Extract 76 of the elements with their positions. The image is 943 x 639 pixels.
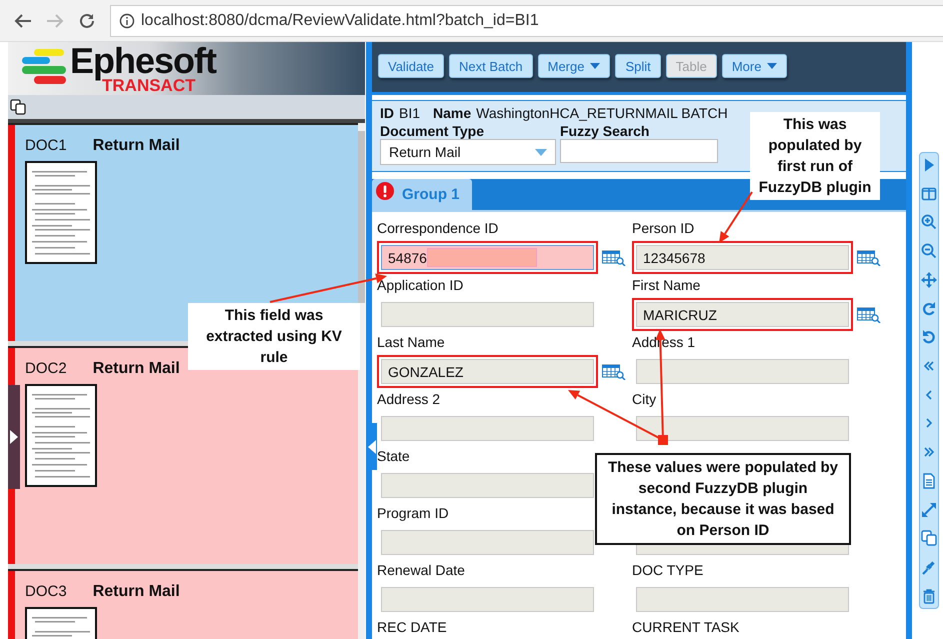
input-field[interactable] xyxy=(381,302,594,327)
lookup-icon[interactable] xyxy=(602,364,626,380)
document-type-dropdown[interactable]: Return Mail xyxy=(380,139,556,165)
back-icon[interactable] xyxy=(14,12,32,28)
toolbar-button[interactable]: More xyxy=(722,54,788,78)
field-label: First Name xyxy=(632,277,702,294)
field-label: Application ID xyxy=(377,277,464,294)
lookup-icon[interactable] xyxy=(857,306,881,322)
input-field[interactable] xyxy=(381,530,594,555)
url-text: localhost:8080/dcma/ReviewValidate.html?batch_id=BI1 xyxy=(141,12,539,30)
batch-name: WashingtonHCA_RETURNMAIL BATCH xyxy=(476,105,728,121)
input-field[interactable]: GONZALEZ xyxy=(381,359,594,384)
field-label: State xyxy=(377,448,411,465)
copy-icon[interactable] xyxy=(10,99,26,115)
info-icon xyxy=(119,12,135,28)
document-type: Return Mail xyxy=(92,583,180,601)
batch-id: BI1 xyxy=(399,105,420,121)
input-field[interactable] xyxy=(381,473,594,498)
toolbar-button[interactable]: Split xyxy=(615,54,661,78)
triangle-left-icon xyxy=(368,440,376,454)
input-field[interactable]: MARICRUZ xyxy=(636,302,849,327)
callout-tooltip: This was populated by first run of FuzzyDB plugin xyxy=(750,112,880,200)
field-label: City xyxy=(632,391,658,408)
expand-tab[interactable] xyxy=(8,385,20,489)
trash-icon[interactable] xyxy=(921,588,937,604)
zoom-in-icon[interactable] xyxy=(921,214,937,230)
field-label: Fuzzy Search xyxy=(560,123,650,139)
callout-tooltip: This field was extracted using KV rule xyxy=(188,303,360,370)
field-label: REC DATE xyxy=(377,619,448,636)
toolbar-button[interactable]: Next Batch xyxy=(449,54,533,78)
input-field[interactable] xyxy=(381,416,594,441)
field-label: Renewal Date xyxy=(377,562,466,579)
forward-icon[interactable] xyxy=(46,12,64,28)
input-field[interactable] xyxy=(636,359,849,384)
split-view-icon[interactable] xyxy=(921,186,937,202)
address-bar[interactable]: localhost:8080/dcma/ReviewValidate.html?batch_id=BI1 xyxy=(110,4,943,36)
logo-subtitle: TRANSACT xyxy=(102,78,196,94)
callout-tooltip: These values were populated by second FuzzyDB plugin instance, because it was based on Person ID xyxy=(595,453,851,545)
field-label: Name xyxy=(433,105,472,121)
input-field[interactable] xyxy=(636,416,849,441)
document-type: Return Mail xyxy=(92,137,180,155)
plug-icon[interactable] xyxy=(921,559,937,576)
lookup-icon[interactable] xyxy=(602,250,626,266)
arrow xyxy=(719,191,753,243)
expand-icon[interactable] xyxy=(921,502,937,518)
document-id: DOC1 xyxy=(25,137,67,154)
input-field[interactable]: 54876 xyxy=(381,245,594,270)
document-icon[interactable] xyxy=(921,472,937,489)
field-label: Person ID xyxy=(632,220,696,237)
triangle-right-icon xyxy=(10,430,18,444)
document-id: DOC3 xyxy=(25,583,67,600)
document-type: Return Mail xyxy=(92,360,180,378)
field-label: Correspondence ID xyxy=(377,220,500,237)
error-icon xyxy=(376,182,394,200)
move-icon[interactable] xyxy=(921,272,937,288)
rotate-right-icon[interactable] xyxy=(921,300,937,317)
field-label: ID xyxy=(380,105,394,121)
field-label: CURRENT TASK xyxy=(632,619,740,636)
field-label: Document Type xyxy=(380,123,485,139)
field-label: DOC TYPE xyxy=(632,562,704,579)
toolbar-button[interactable]: Validate xyxy=(378,54,444,78)
rotate-left-icon[interactable] xyxy=(921,329,937,346)
reload-icon[interactable] xyxy=(78,12,96,30)
field-label: Last Name xyxy=(377,334,446,351)
lookup-icon[interactable] xyxy=(857,250,881,266)
input-field[interactable] xyxy=(381,587,594,612)
caret-icon xyxy=(535,148,547,156)
document-card[interactable]: DOC3 Return Mail xyxy=(8,569,358,639)
search-field[interactable] xyxy=(560,139,718,163)
zoom-out-icon[interactable] xyxy=(921,243,937,260)
toolbar-button[interactable]: Merge xyxy=(538,54,610,78)
scrollbar[interactable] xyxy=(358,123,365,639)
input-field[interactable] xyxy=(636,587,849,612)
document-id: DOC2 xyxy=(25,360,67,377)
field-label: Address 2 xyxy=(377,391,442,408)
input-field[interactable]: 12345678 xyxy=(636,245,849,270)
